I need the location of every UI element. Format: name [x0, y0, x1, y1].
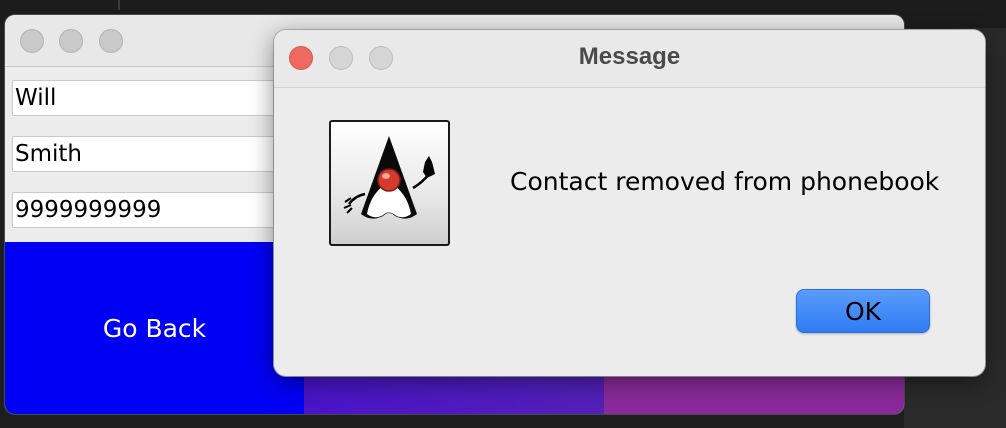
close-icon[interactable]: [20, 29, 44, 53]
maximize-icon[interactable]: [99, 29, 123, 53]
minimize-icon[interactable]: [59, 29, 83, 53]
java-duke-icon: [329, 120, 450, 246]
message-dialog: Message Contact removed from phonebook O…: [274, 30, 985, 376]
ok-button[interactable]: OK: [796, 289, 930, 333]
first-name-field[interactable]: Will: [12, 80, 302, 116]
dialog-titlebar: Message: [274, 30, 985, 88]
go-back-label: Go Back: [102, 313, 207, 343]
last-name-field[interactable]: Smith: [12, 136, 302, 172]
dialog-message: Contact removed from phonebook: [510, 167, 940, 196]
go-back-button[interactable]: Go Back: [5, 242, 304, 414]
dialog-title: Message: [578, 43, 681, 70]
phone-number-field[interactable]: 9999999999: [12, 192, 302, 228]
background-divider: [118, 0, 120, 10]
